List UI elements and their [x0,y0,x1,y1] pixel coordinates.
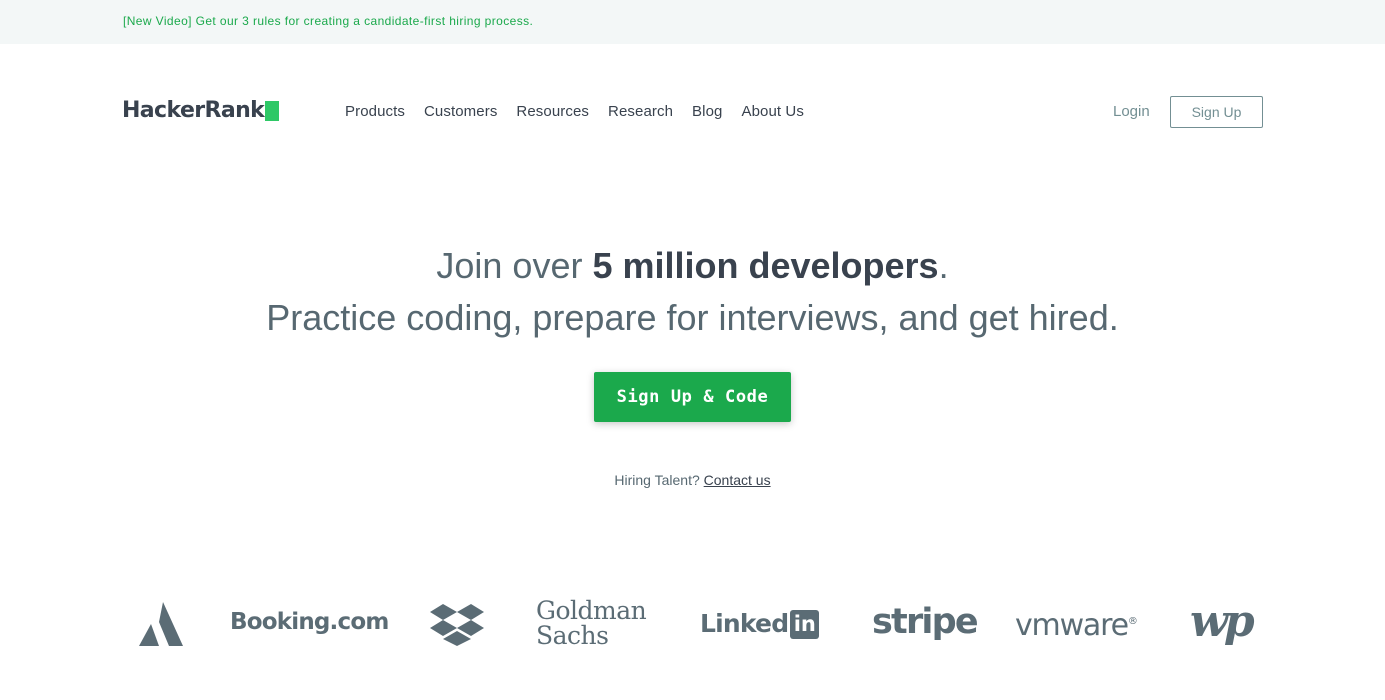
hiring-talent-text: Hiring Talent? Contact us [0,471,1385,489]
linkedin-logo: Linked in [700,608,820,640]
announcement-link[interactable]: [New Video] Get our 3 rules for creating… [123,14,533,28]
nav-products[interactable]: Products [345,102,405,122]
headline-prefix: Join over [436,245,593,286]
nav-blog[interactable]: Blog [692,102,722,122]
booking-logo: Booking.com [230,609,389,635]
signup-button[interactable]: Sign Up [1170,96,1263,128]
nav-customers[interactable]: Customers [424,102,497,122]
atlassian-logo-icon [139,602,183,646]
logo-text: HackerRank [122,98,265,123]
main-nav: Products Customers Resources Research Bl… [345,102,804,122]
nav-resources[interactable]: Resources [516,102,589,122]
gs-line1: Goldman [536,596,647,625]
hiring-prefix: Hiring Talent? [614,472,704,488]
hackerrank-logo[interactable]: HackerRank [122,97,280,125]
hero-headline: Join over 5 million developers. [0,242,1385,290]
linkedin-wordmark: Linked [700,609,789,638]
vmware-logo: vmware® [1015,604,1138,644]
login-link[interactable]: Login [1113,102,1150,122]
goldman-sachs-logo: Goldman Sachs [536,596,647,650]
stripe-logo: stripe [872,602,979,642]
logo-mark-icon [265,101,280,121]
signup-and-code-button[interactable]: Sign Up & Code [594,372,791,422]
headline-suffix: . [938,245,949,286]
nav-research[interactable]: Research [608,102,673,122]
announcement-bar: [New Video] Get our 3 rules for creating… [0,0,1385,44]
dropbox-logo-icon [430,604,484,646]
gs-line2: Sachs [536,621,609,650]
vmware-registered-mark: ® [1127,616,1138,627]
linkedin-in-icon: in [790,609,820,639]
headline-emphasis: 5 million developers [592,245,939,286]
customer-logos: Booking.com Goldman Sachs Linked in stri… [0,590,1385,660]
nav-about-us[interactable]: About Us [741,102,804,122]
vmware-wordmark: vmware [1015,608,1129,643]
hero-subheadline: Practice coding, prepare for interviews,… [266,297,1119,338]
washington-post-logo: wp [1190,596,1255,647]
contact-us-link[interactable]: Contact us [704,472,771,488]
